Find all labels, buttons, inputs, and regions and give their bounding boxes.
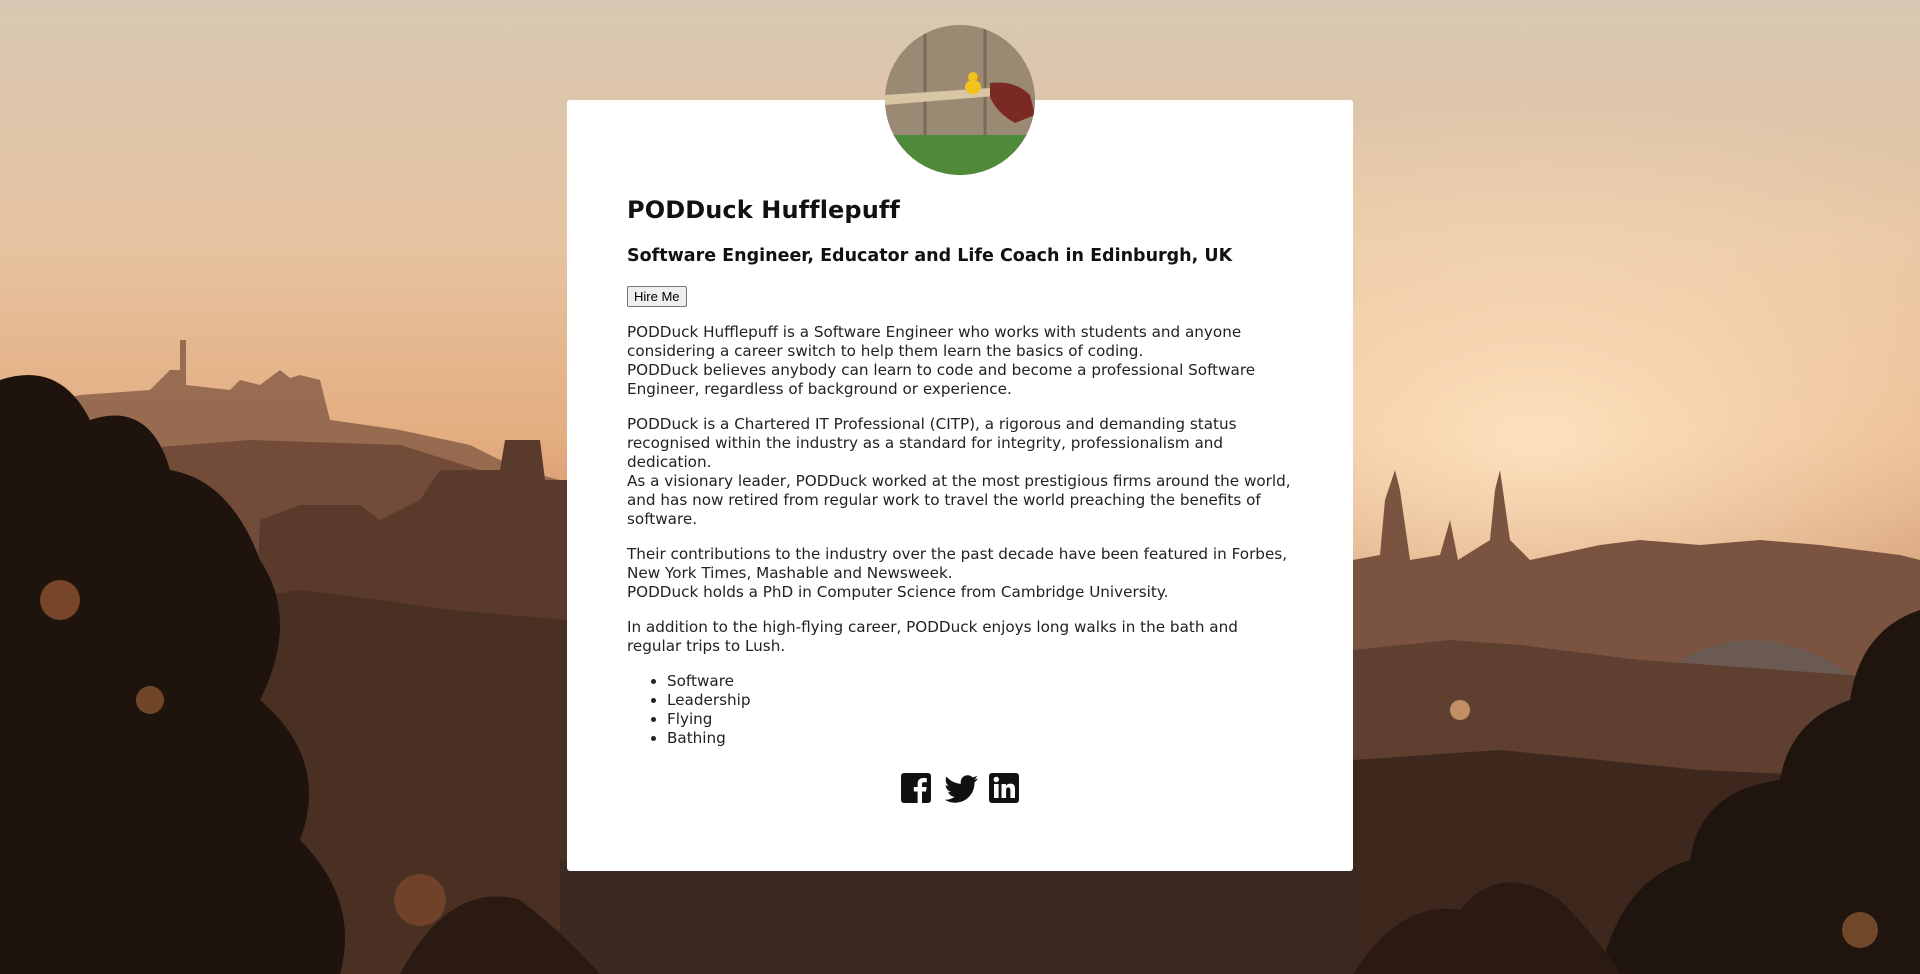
social-links bbox=[567, 772, 1353, 804]
bio-line: PODDuck Hufflepuff is a Software Enginee… bbox=[627, 323, 1242, 360]
skill-item: Software bbox=[667, 672, 1293, 691]
skill-item: Bathing bbox=[667, 729, 1293, 748]
profile-avatar bbox=[885, 25, 1035, 175]
twitter-link[interactable] bbox=[945, 772, 978, 804]
profile-card: PODDuck Hufflepuff Software Engineer, Ed… bbox=[567, 100, 1353, 871]
facebook-icon bbox=[901, 773, 931, 803]
bio-paragraph: PODDuck Hufflepuff is a Software Enginee… bbox=[627, 323, 1293, 399]
skill-item: Leadership bbox=[667, 691, 1293, 710]
bio-line: PODDuck believes anybody can learn to co… bbox=[627, 361, 1256, 398]
profile-name: PODDuck Hufflepuff bbox=[627, 196, 900, 224]
facebook-link[interactable] bbox=[901, 772, 931, 804]
bio-paragraph: Their contributions to the industry over… bbox=[627, 545, 1293, 602]
duck-avatar-icon bbox=[885, 25, 1035, 175]
hire-me-button[interactable]: Hire Me bbox=[627, 286, 687, 307]
bio-line: PODDuck holds a PhD in Computer Science … bbox=[627, 583, 1169, 601]
skills-list: Software Leadership Flying Bathing bbox=[627, 672, 1293, 748]
profile-tagline: Software Engineer, Educator and Life Coa… bbox=[627, 246, 1233, 266]
skill-item: Flying bbox=[667, 710, 1293, 729]
twitter-icon bbox=[945, 775, 978, 803]
bio-paragraph: PODDuck is a Chartered IT Professional (… bbox=[627, 415, 1293, 529]
bio-line: PODDuck is a Chartered IT Professional (… bbox=[627, 415, 1237, 471]
bio-line: Their contributions to the industry over… bbox=[627, 545, 1288, 582]
bio-section: PODDuck Hufflepuff is a Software Enginee… bbox=[627, 323, 1293, 656]
linkedin-icon bbox=[989, 773, 1019, 803]
bio-line: As a visionary leader, PODDuck worked at… bbox=[627, 472, 1291, 528]
bio-line: In addition to the high-flying career, P… bbox=[627, 618, 1238, 655]
bio-paragraph: In addition to the high-flying career, P… bbox=[627, 618, 1293, 656]
linkedin-link[interactable] bbox=[989, 772, 1019, 804]
